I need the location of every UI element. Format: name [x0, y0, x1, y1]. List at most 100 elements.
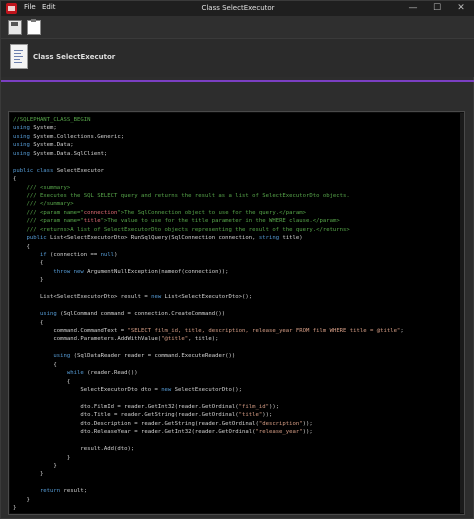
code-token: result;: [60, 488, 88, 495]
code-token: using: [13, 142, 30, 149]
save-icon[interactable]: [8, 20, 22, 35]
paste-icon[interactable]: [27, 19, 41, 35]
code-line: {: [13, 175, 404, 183]
code-token: using: [13, 311, 57, 318]
code-token: {: [13, 378, 71, 385]
code-line: /// Executes the SQL SELECT query and re…: [13, 192, 404, 200]
code-line: using System;: [13, 124, 404, 132]
code-token: {: [13, 243, 30, 250]
close-button[interactable]: ✕: [452, 2, 470, 15]
code-token: ));: [262, 412, 273, 419]
minimize-button[interactable]: —: [404, 2, 422, 15]
code-token: SelectExecutorDto();: [171, 387, 243, 393]
code-token: ///: [13, 184, 40, 191]
code-token: "film_id": [238, 403, 269, 410]
code-token: , title);: [188, 336, 219, 343]
code-token: <param name=": [39, 218, 84, 225]
code-line: result.Add(dto);: [13, 445, 404, 453]
code-token: "description": [258, 420, 303, 427]
document-icon: [10, 44, 28, 69]
code-token: ///: [13, 201, 40, 208]
code-token: /// <returns>A list of SelectExecutorDto…: [13, 226, 350, 233]
code-line: /// </summary>: [13, 200, 404, 208]
code-token: command.Parameters.AddWithValue(: [13, 336, 162, 343]
code-token: SelectExecutor: [53, 167, 104, 174]
code-line: }: [13, 454, 404, 462]
code-line: using System.Data.SqlClient;: [13, 150, 404, 158]
code-token: System.Collections.Generic;: [29, 133, 125, 140]
code-token: return: [13, 488, 61, 495]
code-token: <param name=": [39, 209, 84, 216]
code-line: using (SqlCommand command = connection.C…: [13, 310, 404, 318]
code-token: {: [13, 319, 44, 326]
code-token: ///: [13, 218, 40, 225]
code-token: dto.FilmId = reader.GetInt32(reader.GetO…: [13, 403, 239, 410]
code-line: /// <returns>A list of SelectExecutorDto…: [13, 226, 404, 234]
code-token: ): [114, 252, 118, 258]
code-token: using: [13, 133, 30, 140]
code-line: }: [13, 504, 404, 512]
code-line: }: [13, 470, 404, 478]
code-line: if (connection == null): [13, 251, 404, 259]
code-line: }: [13, 496, 404, 504]
vertical-scrollbar[interactable]: [460, 113, 464, 513]
code-token: public class: [13, 167, 54, 174]
code-token: dto.ReleaseYear = reader.GetInt32(reader…: [13, 429, 256, 436]
code-line: {: [13, 319, 404, 327]
code-token: (connection ==: [46, 252, 101, 258]
code-line: }: [13, 276, 404, 284]
code-token: <summary>: [39, 184, 71, 191]
code-token: using: [13, 353, 71, 360]
code-token: System.Data;: [29, 142, 74, 149]
code-line: dto.Title = reader.GetString(reader.GetO…: [13, 411, 404, 419]
code-line: {: [13, 378, 404, 386]
code-token: ;: [400, 327, 404, 334]
code-token: List<SelectExecutorDto>();: [161, 294, 253, 301]
code-line: /// <param name="connection">The SqlConn…: [13, 209, 404, 217]
class-title: Class SelectExecutor: [33, 53, 116, 61]
code-token: ));: [302, 420, 313, 427]
code-token: ">The value to use for the title paramet…: [100, 218, 340, 225]
code-line: {: [13, 361, 404, 369]
code-line: //SQLEPHANT_CLASS_BEGIN: [13, 116, 404, 124]
code-token: command.CommandText =: [13, 327, 128, 334]
code-token: {: [13, 361, 57, 368]
code-token: System;: [29, 125, 57, 132]
code-token: string: [258, 235, 280, 242]
code-line: command.CommandText = "SELECT film_id, t…: [13, 327, 404, 335]
code-token: </summary>: [39, 201, 74, 208]
code-token: dto.Title = reader.GetString(reader.GetO…: [13, 412, 239, 419]
class-header: Class SelectExecutor: [1, 39, 474, 77]
code-text[interactable]: //SQLEPHANT_CLASS_BEGIN using System; usin…: [13, 116, 404, 513]
code-token: List<SelectExecutorDto> RunSqlQuery(SqlC…: [46, 235, 259, 242]
code-token: }: [13, 454, 71, 461]
code-token: "SELECT film_id, title, description, rel…: [127, 327, 401, 334]
code-token: ));: [268, 403, 280, 410]
code-token: using: [13, 150, 30, 157]
code-token: ));: [302, 429, 313, 436]
code-token: (reader.Read()): [83, 370, 138, 377]
title-bar: File Edit Class SelectExecutor — ☐ ✕: [1, 1, 474, 16]
code-line: dto.Description = reader.GetString(reade…: [13, 420, 404, 428]
code-line: }: [13, 462, 404, 470]
maximize-button[interactable]: ☐: [428, 2, 446, 15]
code-token: }: [13, 471, 44, 478]
code-token: title): [279, 235, 303, 242]
code-line: List<SelectExecutorDto> result = new Lis…: [13, 293, 404, 301]
code-token: System.Data.SqlClient;: [29, 150, 108, 157]
code-token: new: [151, 294, 162, 301]
code-line: using (SqlDataReader reader = command.Ex…: [13, 352, 404, 360]
code-token: "title": [238, 412, 263, 419]
code-line: dto.FilmId = reader.GetInt32(reader.GetO…: [13, 403, 404, 411]
code-token: while: [13, 370, 84, 377]
code-token: dto.Description = reader.GetString(reade…: [13, 420, 259, 427]
code-token: }: [13, 505, 17, 512]
code-editor[interactable]: //SQLEPHANT_CLASS_BEGIN using System; usin…: [10, 113, 461, 513]
code-token: ArgumentNullException(nameof(connection)…: [83, 268, 229, 275]
toolbar: [1, 16, 474, 38]
